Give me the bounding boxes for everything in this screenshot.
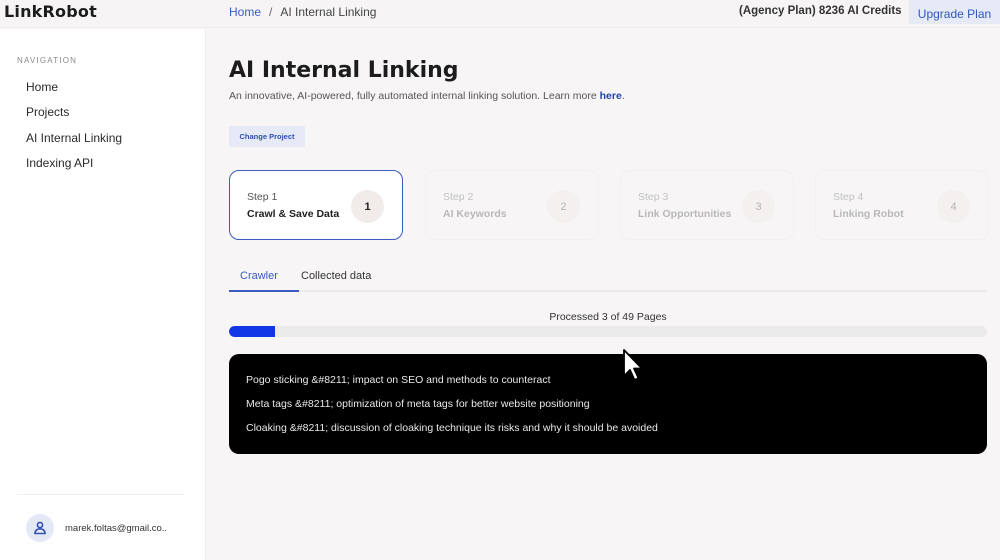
step-2[interactable]: Step 2 AI Keywords 2 xyxy=(425,170,599,240)
breadcrumb: Home / AI Internal Linking xyxy=(229,5,376,19)
page-subtitle: An innovative, AI-powered, fully automat… xyxy=(229,90,625,102)
sidebar-item-ai-internal-linking[interactable]: AI Internal Linking xyxy=(26,131,122,145)
tab-bar: Crawler Collected data xyxy=(229,262,987,292)
logo[interactable]: LinkRobot xyxy=(4,2,97,21)
step-3[interactable]: Step 3 Link Opportunities 3 xyxy=(620,170,794,240)
step-title: Link Opportunities xyxy=(638,208,732,220)
credits-badge: (Agency Plan) 8236 AI Credits xyxy=(739,5,902,17)
breadcrumb-home[interactable]: Home xyxy=(229,5,261,19)
upgrade-plan-button[interactable]: Upgrade Plan xyxy=(909,0,1000,24)
log-line: Meta tags &#8211; optimization of meta t… xyxy=(246,398,590,410)
active-tab-indicator xyxy=(229,290,299,292)
step-number-badge: 3 xyxy=(742,190,775,223)
subtitle-text: An innovative, AI-powered, fully automat… xyxy=(229,90,600,102)
step-number-badge: 4 xyxy=(937,190,970,223)
breadcrumb-separator: / xyxy=(269,5,273,19)
user-icon xyxy=(34,521,46,535)
user-menu[interactable]: marek.foltas@gmail.co.. xyxy=(26,514,167,542)
step-label: Step 4 xyxy=(833,191,864,203)
step-number-badge: 1 xyxy=(351,190,384,223)
tab-collected-data[interactable]: Collected data xyxy=(301,270,371,282)
subtitle-end: . xyxy=(621,90,625,102)
sidebar-item-indexing-api[interactable]: Indexing API xyxy=(26,156,93,170)
nav-heading: NAVIGATION xyxy=(17,56,78,65)
step-label: Step 2 xyxy=(443,191,474,203)
progress-bar xyxy=(229,326,987,337)
sidebar-item-projects[interactable]: Projects xyxy=(26,105,69,119)
user-email: marek.foltas@gmail.co.. xyxy=(65,522,168,534)
step-label: Step 3 xyxy=(638,191,669,203)
log-line: Pogo sticking &#8211; impact on SEO and … xyxy=(246,374,551,386)
sidebar-item-home[interactable]: Home xyxy=(26,80,58,94)
tab-crawler[interactable]: Crawler xyxy=(240,270,278,282)
step-4[interactable]: Step 4 Linking Robot 4 xyxy=(815,170,989,240)
step-title: AI Keywords xyxy=(443,208,507,220)
step-title: Linking Robot xyxy=(833,208,904,220)
step-label: Step 1 xyxy=(247,191,278,203)
breadcrumb-current: AI Internal Linking xyxy=(280,5,377,19)
sidebar: NAVIGATION Home Projects AI Internal Lin… xyxy=(0,29,206,560)
learn-more-link[interactable]: here xyxy=(600,90,622,102)
progress-label: Processed 3 of 49 Pages xyxy=(549,311,667,323)
page-title: AI Internal Linking xyxy=(229,58,459,83)
step-number-badge: 2 xyxy=(547,190,580,223)
log-line: Cloaking &#8211; discussion of cloaking … xyxy=(246,422,658,434)
sidebar-divider xyxy=(17,494,185,495)
top-bar: LinkRobot Home / AI Internal Linking (Agen… xyxy=(0,0,1000,28)
mouse-cursor-icon xyxy=(623,349,643,381)
step-title: Crawl & Save Data xyxy=(247,208,340,220)
crawler-log: Pogo sticking &#8211; impact on SEO and … xyxy=(229,354,987,454)
progress-fill xyxy=(229,326,276,337)
avatar[interactable] xyxy=(26,514,54,542)
step-1[interactable]: Step 1 Crawl & Save Data 1 xyxy=(229,170,403,240)
change-project-button[interactable]: Change Project xyxy=(229,126,305,147)
